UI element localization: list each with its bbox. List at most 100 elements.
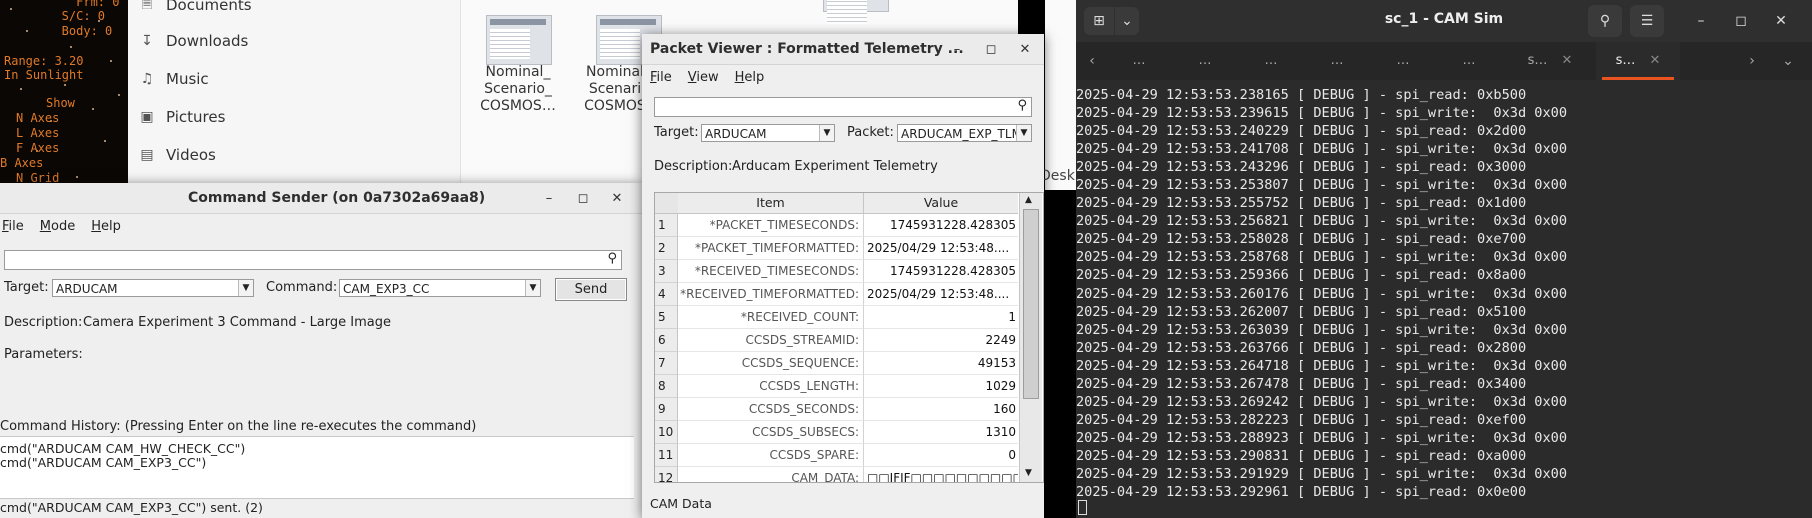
maximize-icon[interactable]: ◻ [980, 38, 1002, 60]
history-list[interactable]: cmd("ARDUCAM CAM_HW_CHECK_CC") cmd("ARDU… [0, 436, 634, 499]
minimize-icon[interactable]: – [538, 187, 560, 209]
terminal-cursor [1078, 500, 1087, 515]
table-row[interactable]: 6 CCSDS_STREAMID: 2249 [655, 329, 1018, 352]
star [104, 140, 106, 142]
tab-close-icon[interactable]: ✕ [1561, 53, 1572, 68]
music-icon: ♫ [140, 71, 154, 87]
maximize-icon[interactable]: ◻ [572, 187, 594, 209]
axes-b[interactable]: B Axes [0, 157, 43, 170]
menu-file[interactable]: File [642, 70, 680, 85]
table-row[interactable]: 10 CCSDS_SUBSECS: 1310 [655, 421, 1018, 444]
search-icon[interactable]: ⚲ [1588, 5, 1622, 37]
sidebar-item-videos[interactable]: ▤ Videos [138, 142, 216, 168]
row-item: *RECEIVED_TIMESECONDS: [678, 260, 864, 283]
row-item: CCSDS_STREAMID: [678, 329, 864, 352]
terminal-line: 2025-04-29 12:53:53.258768 [ DEBUG ] - s… [1076, 249, 1568, 266]
row-number: 11 [655, 444, 678, 467]
tab-close-icon[interactable]: ✕ [1649, 53, 1660, 68]
sidebar-item-documents[interactable]: 🗎 Documents [138, 0, 251, 18]
desktop-label: Desk [1040, 168, 1075, 184]
minimize-icon[interactable]: – [946, 38, 968, 60]
target-select[interactable]: ARDUCAM ▼ [52, 279, 254, 297]
sidebar-item-music[interactable]: ♫ Music [138, 66, 209, 92]
menu-mode[interactable]: Mode [32, 219, 83, 234]
close-icon[interactable]: ✕ [606, 187, 628, 209]
target-select[interactable]: ARDUCAM ▼ [701, 124, 835, 142]
sidebar-item-downloads[interactable]: ↧ Downloads [138, 28, 248, 54]
row-value: 1 [864, 306, 1018, 329]
sidebar-item-label: Music [166, 70, 209, 88]
terminal-tab[interactable]: … [1436, 42, 1502, 80]
sidebar-item-pictures[interactable]: ▣ Pictures [138, 104, 225, 130]
terminal-line: 2025-04-29 12:53:53.267478 [ DEBUG ] - s… [1076, 375, 1527, 392]
history-item[interactable]: cmd("ARDUCAM CAM_HW_CHECK_CC") [0, 441, 245, 456]
table-row[interactable]: 11 CCSDS_SPARE: 0 [655, 444, 1018, 467]
row-value: 0 [864, 444, 1018, 467]
sidebar-item-label: Videos [166, 146, 216, 164]
file-thumbnail[interactable] [823, 0, 889, 24]
search-input[interactable]: ⚲ [654, 97, 1032, 117]
axes-l[interactable]: L Axes [16, 127, 59, 140]
terminal-line: 2025-04-29 12:53:53.263766 [ DEBUG ] - s… [1076, 339, 1527, 356]
table-row[interactable]: 1 *PACKET_TIMESECONDS: 1745931228.428305 [655, 214, 1018, 237]
sidebar-item-label: Downloads [166, 32, 249, 50]
table-row[interactable]: 9 CCSDS_SECONDS: 160 [655, 398, 1018, 421]
send-button[interactable]: Send [555, 278, 627, 301]
row-item: CCSDS_SECONDS: [678, 398, 864, 421]
table-row[interactable]: 5 *RECEIVED_COUNT: 1 [655, 306, 1018, 329]
tab-scroll-right-icon[interactable]: › [1740, 46, 1764, 76]
close-icon[interactable]: ✕ [1014, 38, 1036, 60]
terminal-tab[interactable]: … [1304, 42, 1370, 80]
sidebar-item-label: Pictures [166, 108, 226, 126]
axes-f[interactable]: F Axes [16, 142, 59, 155]
menu-help[interactable]: Help [727, 70, 773, 85]
scrollbar[interactable]: ▲ ▼ [1019, 193, 1042, 482]
terminal-tab[interactable]: s… ✕ [1508, 42, 1592, 80]
row-value: 2025/04/29 12:53:48.... [864, 237, 1018, 260]
maximize-icon[interactable]: ◻ [1728, 8, 1754, 34]
table-row[interactable]: 3 *RECEIVED_TIMESECONDS: 1745931228.428305 [655, 260, 1018, 283]
row-value: □□JFIF□□□□□□□□□□□C□... [864, 467, 1018, 482]
terminal-output[interactable]: 2025-04-29 12:53:53.238165 [ DEBUG ] - s… [1076, 86, 1812, 501]
search-icon: ⚲ [607, 251, 617, 266]
terminal-tab[interactable]: … [1370, 42, 1436, 80]
scrollbar-thumb[interactable] [1023, 209, 1039, 399]
terminal-headerbar: ⊞ ⌄ sc_1 - CAM Sim ⚲ ☰ – ◻ ✕ [1076, 0, 1812, 43]
parameters-label: Parameters: [4, 347, 83, 362]
table-row[interactable]: 2 *PACKET_TIMEFORMATTED: 2025/04/29 12:53:… [655, 237, 1018, 260]
file-name-1[interactable]: Nominal_ Scenario_ COSMOS… [468, 64, 568, 115]
row-number: 2 [655, 237, 678, 260]
menu-file[interactable]: File [0, 219, 32, 234]
file-thumbnail[interactable] [486, 15, 552, 65]
minimize-icon[interactable]: – [1688, 8, 1714, 34]
menu-icon[interactable]: ☰ [1630, 5, 1664, 37]
sunlight-line: In Sunlight [4, 68, 84, 82]
terminal-tab[interactable]: … [1172, 42, 1238, 80]
table-row[interactable]: 4 *RECEIVED_TIMEFORMATTED: 2025/04/29 12:5… [655, 283, 1018, 306]
column-header-value[interactable]: Value [864, 193, 1018, 214]
table-row[interactable]: 8 CCSDS_LENGTH: 1029 [655, 375, 1018, 398]
terminal-line: 2025-04-29 12:53:53.243296 [ DEBUG ] - s… [1076, 159, 1527, 176]
table-row[interactable]: 7 CCSDS_SEQUENCE: 49153 [655, 352, 1018, 375]
column-header-item[interactable]: Item [678, 193, 864, 214]
close-icon[interactable]: ✕ [1768, 8, 1794, 34]
scroll-down-icon[interactable]: ▼ [1025, 468, 1032, 478]
menu-help[interactable]: Help [83, 219, 129, 234]
chevron-down-icon[interactable]: ⌄ [1776, 46, 1800, 76]
menu-view[interactable]: View [680, 70, 727, 85]
axes-n[interactable]: N Axes [16, 112, 59, 125]
search-icon: ⚲ [1017, 98, 1027, 113]
search-input[interactable]: ⚲ [4, 250, 622, 270]
scroll-up-icon[interactable]: ▲ [1025, 195, 1032, 205]
table-row[interactable]: 12CAM_DATA:□□JFIF□□□□□□□□□□□C□... [655, 467, 1018, 482]
history-item[interactable]: cmd("ARDUCAM CAM_EXP3_CC") [0, 455, 206, 470]
terminal-tab-active[interactable]: s… ✕ [1596, 42, 1680, 80]
description-value: Camera Experiment 3 Command - Large Imag… [83, 315, 391, 330]
terminal-tab[interactable]: … [1106, 42, 1172, 80]
terminal-window: ⊞ ⌄ sc_1 - CAM Sim ⚲ ☰ – ◻ ✕ ‹ … … … … …… [1076, 0, 1812, 518]
tab-scroll-left-icon[interactable]: ‹ [1080, 46, 1104, 76]
packet-select[interactable]: ARDUCAM_EXP_TLM ▼ [897, 124, 1032, 142]
command-select[interactable]: CAM_EXP3_CC ▼ [339, 279, 541, 297]
terminal-line: 2025-04-29 12:53:53.282223 [ DEBUG ] - s… [1076, 411, 1527, 428]
terminal-tab[interactable]: … [1238, 42, 1304, 80]
